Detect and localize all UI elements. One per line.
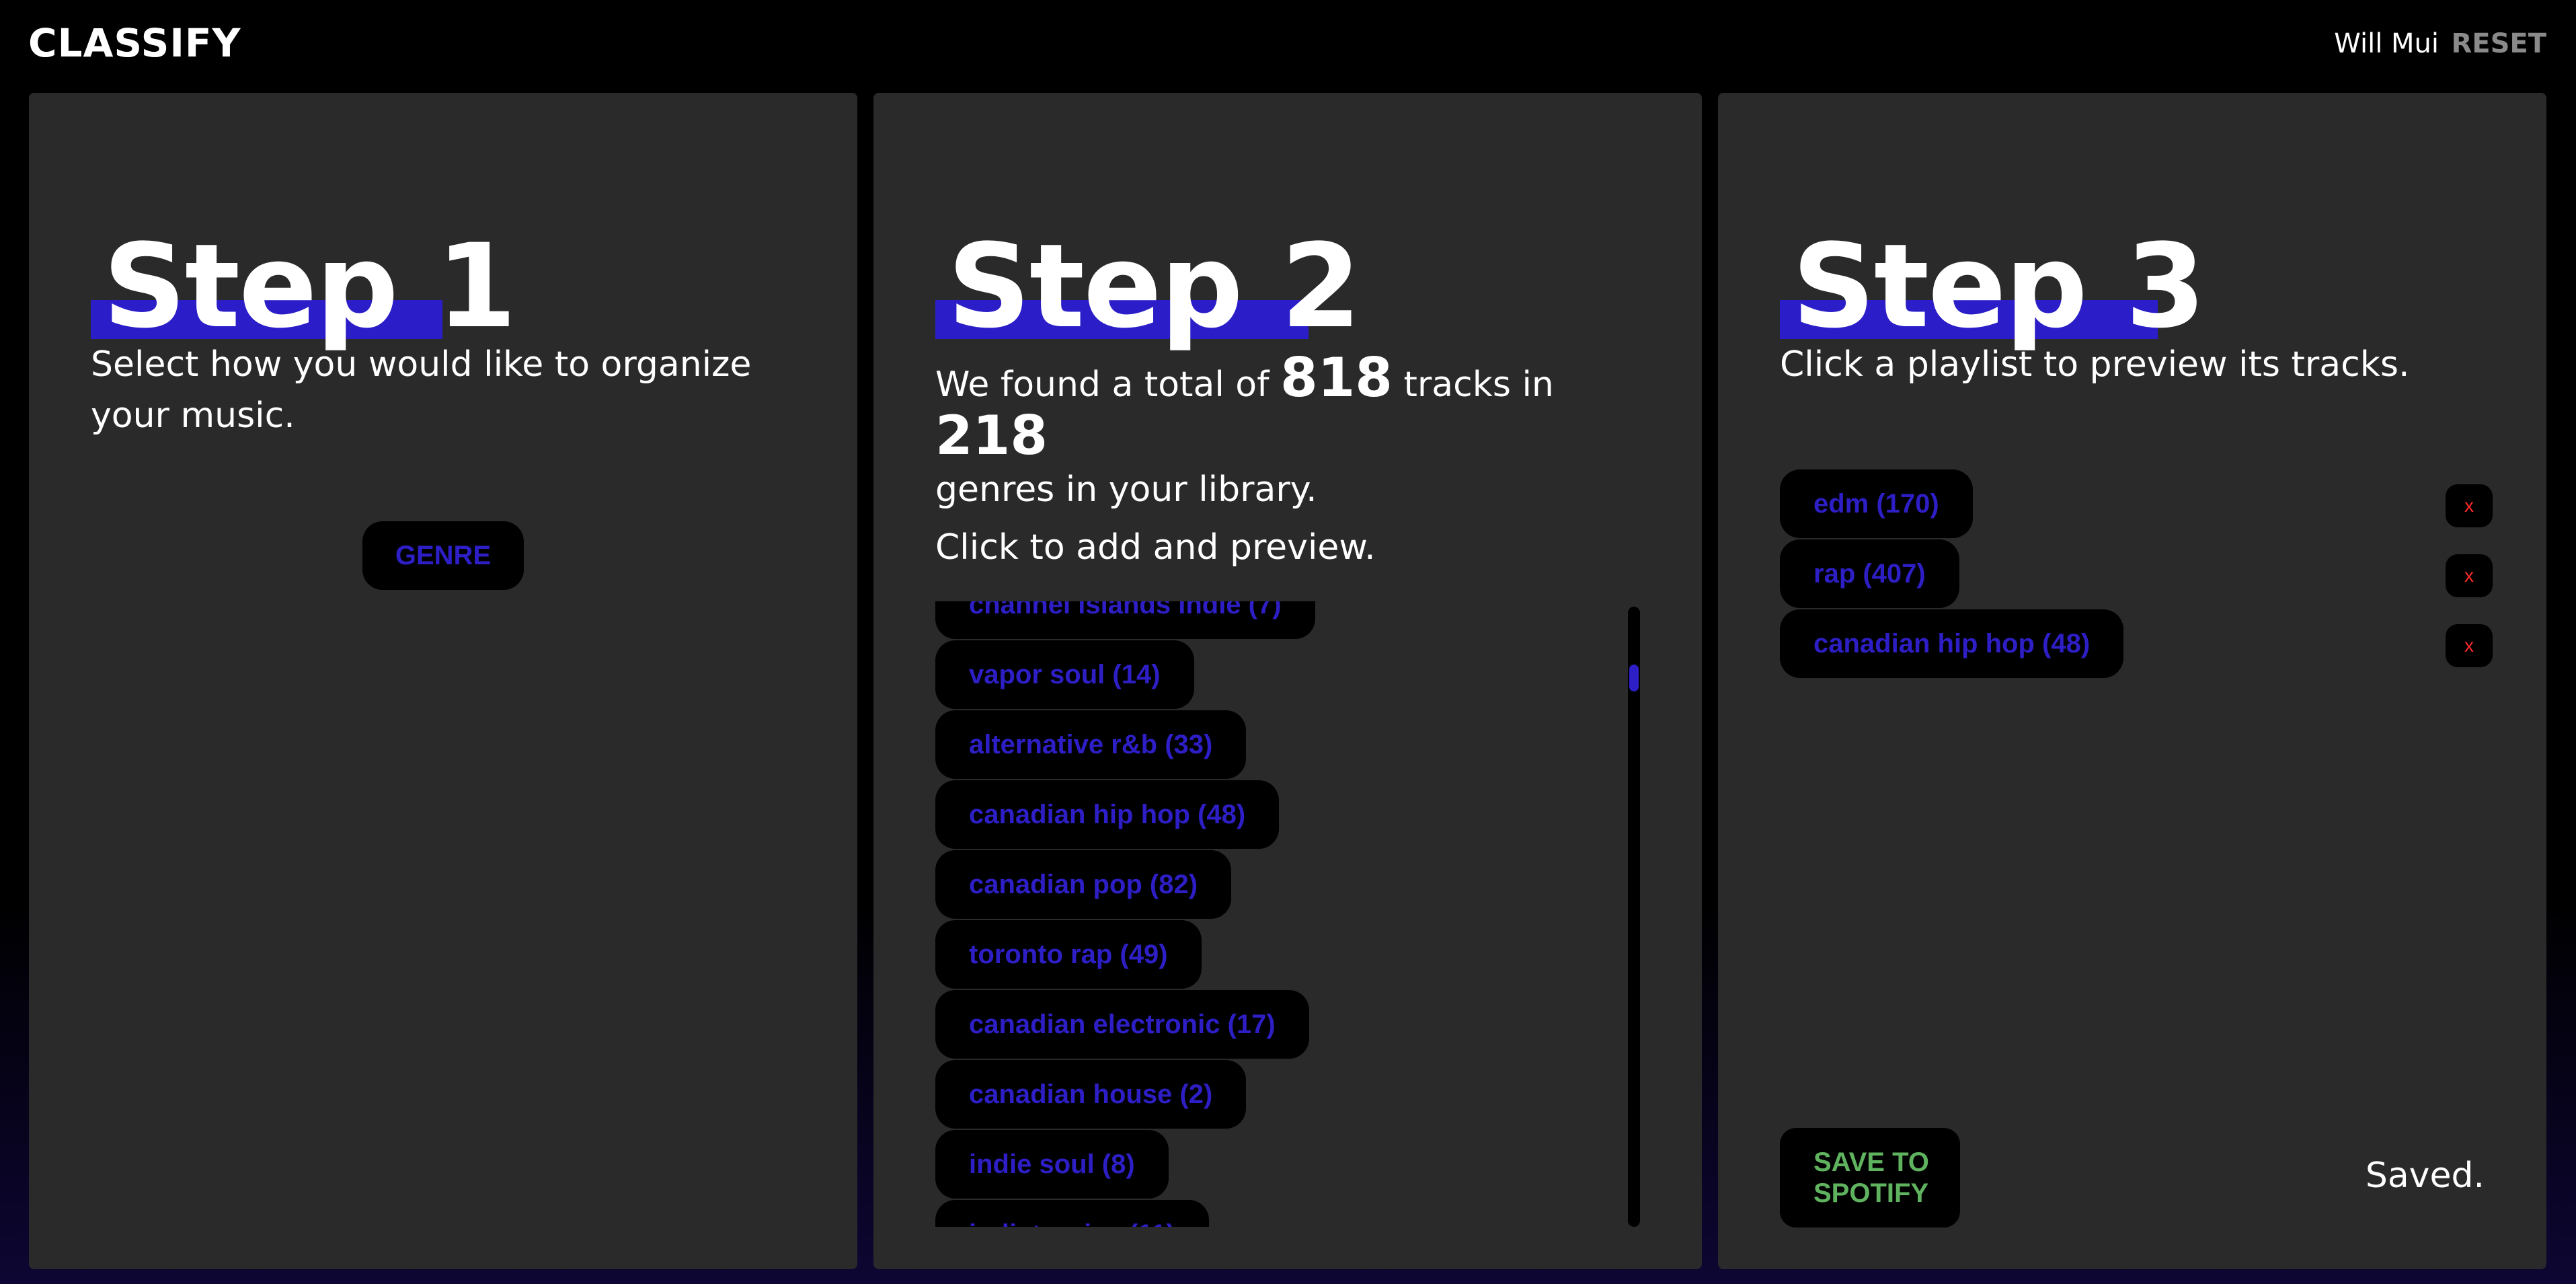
genre-count: 218 xyxy=(935,404,1048,467)
user-name: Will Mui xyxy=(2334,28,2439,59)
save-label-line-1: SAVE TO xyxy=(1813,1147,1929,1177)
genre-list-content: channel islands indie (7) vapor soul (14… xyxy=(935,601,1315,1227)
summary-prefix: We found a total of xyxy=(935,365,1280,405)
genre-item[interactable]: channel islands indie (7) xyxy=(935,601,1315,639)
genre-item[interactable]: canadian house (2) xyxy=(935,1060,1247,1129)
playlist-item[interactable]: canadian hip hop (48) xyxy=(1780,609,2124,678)
genre-item[interactable]: toronto rap (49) xyxy=(935,920,1202,989)
step-3-title: Step 3 xyxy=(1792,219,2206,354)
save-to-spotify-button[interactable]: SAVE TO SPOTIFY xyxy=(1780,1128,1960,1228)
genre-list[interactable]: channel islands indie (7) vapor soul (14… xyxy=(935,601,1655,1227)
step-1-panel: Step 1 Select how you would like to orga… xyxy=(29,93,857,1269)
save-status: Saved. xyxy=(2365,1156,2485,1196)
genre-item[interactable]: indie soul (8) xyxy=(935,1130,1169,1199)
genre-item[interactable]: alternative r&b (33) xyxy=(935,710,1247,779)
genre-item[interactable]: canadian electronic (17) xyxy=(935,990,1309,1059)
genre-item[interactable]: indietronica (11) xyxy=(935,1200,1209,1227)
top-bar: CLASSIFY Will Mui RESET xyxy=(0,0,2576,93)
playlist-row: edm (170) x xyxy=(1780,469,2493,539)
step-3-description: Click a playlist to preview its tracks. xyxy=(1780,344,2410,385)
reset-button[interactable]: RESET xyxy=(2451,28,2546,59)
step-2-panel: Step 2 We found a total of 818 tracks in… xyxy=(873,93,1702,1269)
step-2-line-2: genres in your library. xyxy=(935,469,1317,510)
remove-playlist-button[interactable]: x xyxy=(2446,484,2493,527)
remove-playlist-button[interactable]: x xyxy=(2446,554,2493,597)
step-2-line-1: We found a total of 818 tracks in 218 xyxy=(935,351,1662,468)
playlist-item[interactable]: rap (407) xyxy=(1780,539,1959,608)
genre-button[interactable]: GENRE xyxy=(362,521,524,590)
app-logo: CLASSIFY xyxy=(28,20,241,66)
step-3-panel: Step 3 Click a playlist to preview its t… xyxy=(1718,93,2546,1269)
genre-item[interactable]: vapor soul (14) xyxy=(935,640,1194,709)
genre-list-scrollbar[interactable] xyxy=(1628,607,1640,1227)
playlist-row: rap (407) x xyxy=(1780,539,2493,609)
step-1-title: Step 1 xyxy=(103,219,516,354)
track-count: 818 xyxy=(1280,346,1393,409)
step-1-description: Select how you would like to organize yo… xyxy=(91,344,752,436)
genre-item[interactable]: canadian pop (82) xyxy=(935,850,1232,919)
step-2-description: We found a total of 818 tracks in 218 ge… xyxy=(935,351,1662,573)
scrollbar-thumb[interactable] xyxy=(1629,665,1639,691)
step-2-line-3: Click to add and preview. xyxy=(935,527,1376,568)
step-2-title: Step 2 xyxy=(947,219,1361,354)
remove-playlist-button[interactable]: x xyxy=(2446,624,2493,667)
save-label-line-2: SPOTIFY xyxy=(1813,1178,1929,1208)
genre-item[interactable]: canadian hip hop (48) xyxy=(935,780,1280,849)
summary-middle: tracks in xyxy=(1392,365,1554,405)
playlist-list: edm (170) x rap (407) x canadian hip hop… xyxy=(1780,469,2493,679)
playlist-item[interactable]: edm (170) xyxy=(1780,469,1973,538)
playlist-row: canadian hip hop (48) x xyxy=(1780,609,2493,679)
